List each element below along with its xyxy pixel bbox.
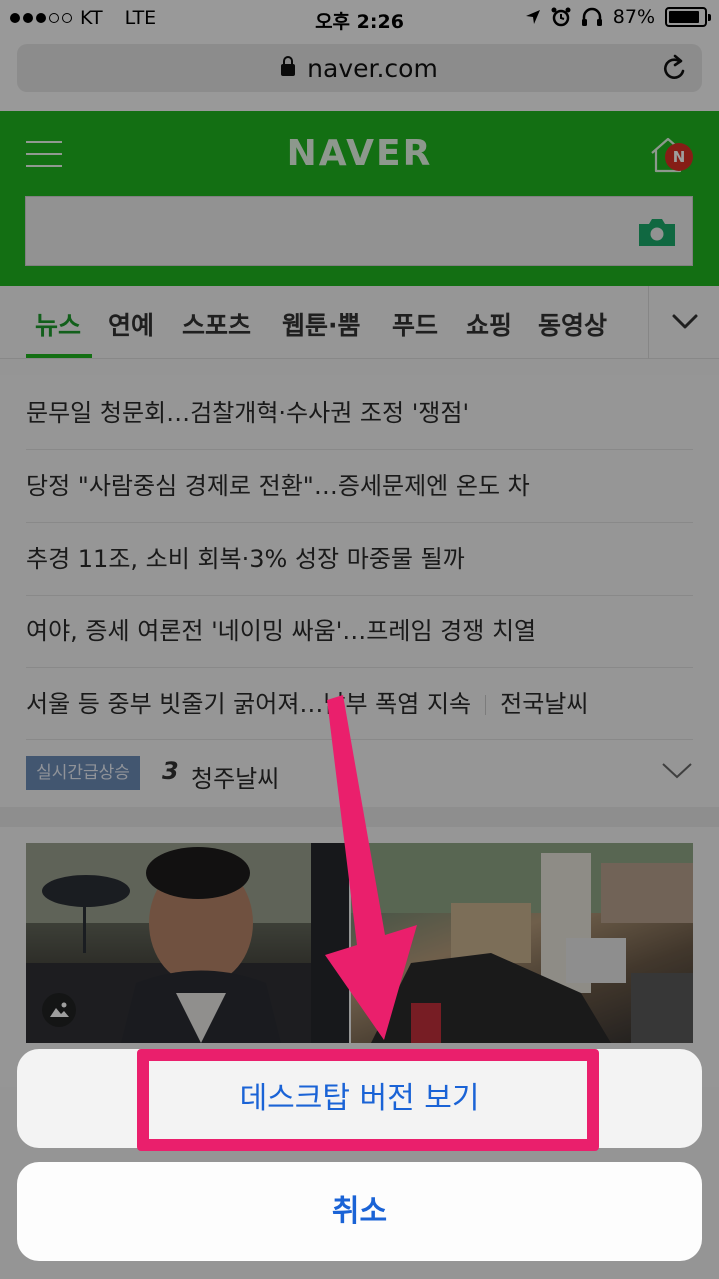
highlight-box: [137, 1049, 599, 1151]
cancel-button[interactable]: 취소: [17, 1162, 702, 1261]
cancel-sheet: 취소: [17, 1162, 702, 1261]
